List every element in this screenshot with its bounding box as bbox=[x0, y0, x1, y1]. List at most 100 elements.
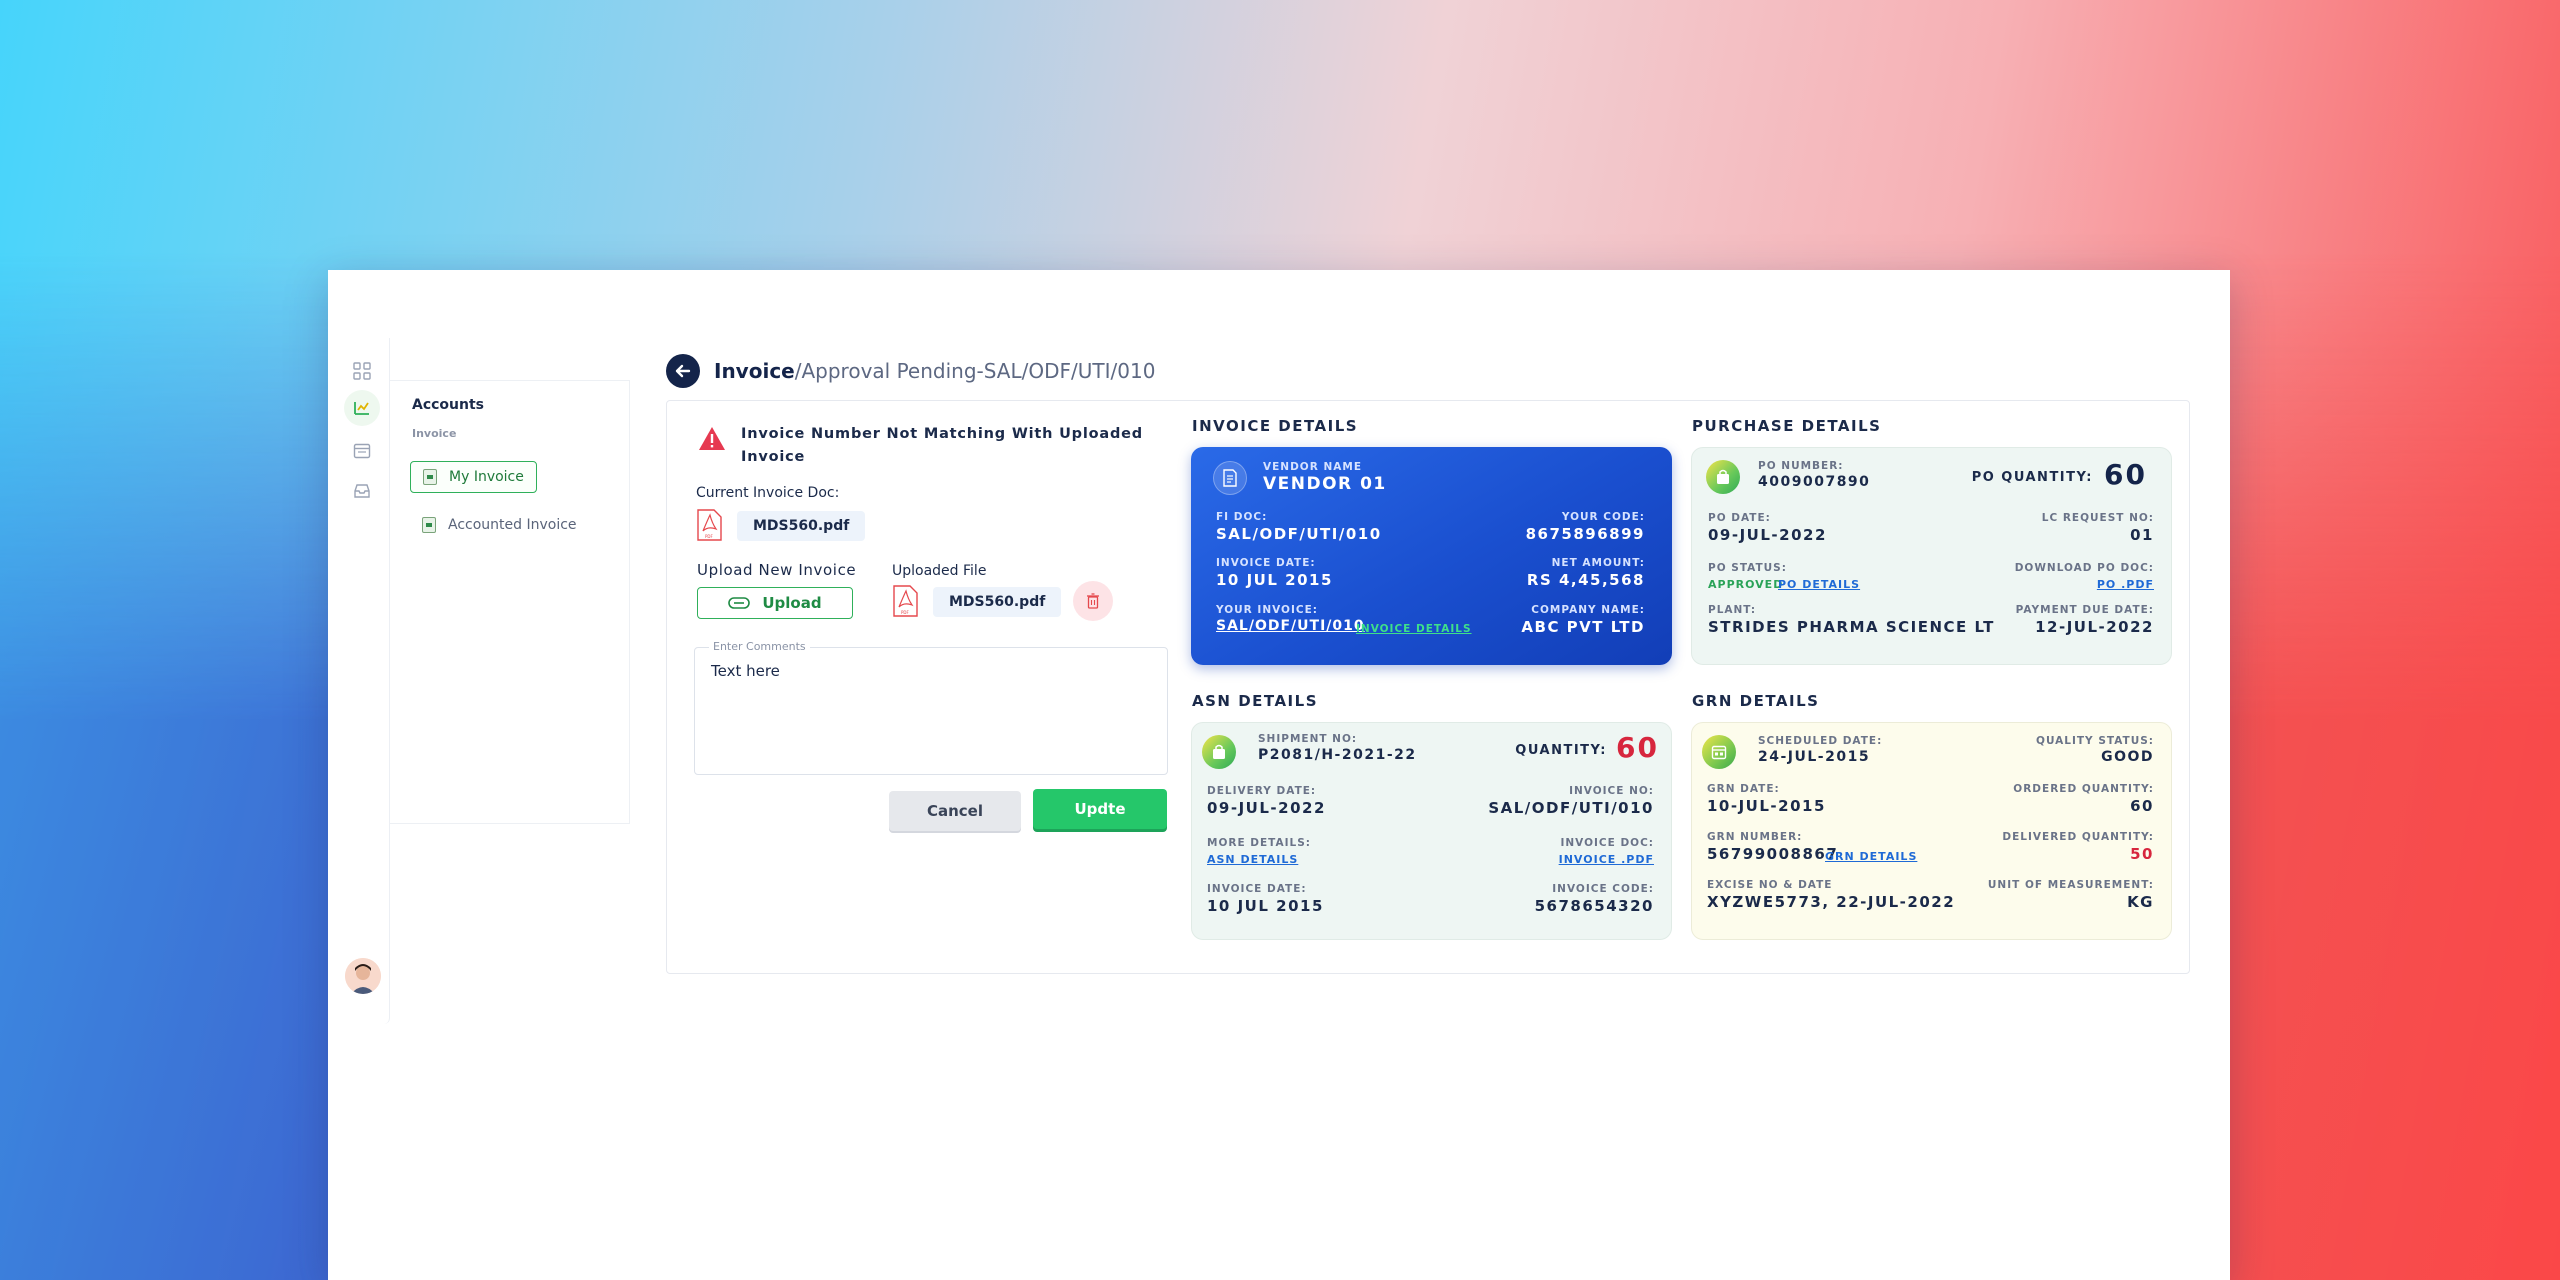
shopping-bag-icon bbox=[1706, 460, 1740, 494]
grn-details-link[interactable]: GRN DETAILS bbox=[1825, 850, 1917, 863]
svg-text:PDF: PDF bbox=[705, 534, 713, 539]
ordered-quantity-value: 60 bbox=[2130, 797, 2154, 815]
asn-quantity-label: QUANTITY: bbox=[1515, 743, 1607, 758]
trash-icon bbox=[1087, 593, 1099, 609]
po-quantity-value: 60 bbox=[2104, 458, 2147, 491]
invoice-details-link[interactable]: INVOICE DETAILS bbox=[1356, 623, 1472, 635]
grn-number-label: GRN NUMBER: bbox=[1707, 831, 1803, 843]
back-button[interactable] bbox=[666, 354, 700, 388]
comments-textarea[interactable]: Enter Comments Text here bbox=[694, 640, 1168, 775]
grn-number-value: 56799008867 bbox=[1707, 845, 1839, 863]
shipment-no-label: SHIPMENT NO: bbox=[1258, 733, 1358, 745]
paperclip-icon bbox=[728, 597, 751, 609]
delivered-quantity-value: 50 bbox=[2130, 845, 2154, 863]
asn-invoice-no-value: SAL/ODF/UTI/010 bbox=[1488, 799, 1654, 817]
invoice-code-label: INVOICE CODE: bbox=[1552, 883, 1654, 895]
your-invoice-value[interactable]: SAL/ODF/UTI/010 bbox=[1216, 618, 1365, 634]
invoice-doc-icon bbox=[423, 469, 437, 485]
mismatch-warning: Invoice Number Not Matching With Uploade… bbox=[697, 423, 1157, 469]
pdf-icon[interactable]: PDF bbox=[696, 509, 722, 541]
invoice-doc-icon bbox=[422, 517, 436, 533]
po-status-value: APPROVED bbox=[1708, 578, 1784, 591]
po-details-link[interactable]: PO DETAILS bbox=[1778, 578, 1860, 591]
scheduled-date-value: 24-JUL-2015 bbox=[1758, 749, 1871, 765]
icon-rail bbox=[334, 338, 390, 1024]
comments-legend: Enter Comments bbox=[709, 640, 810, 653]
invoice-date-value: 10 JUL 2015 bbox=[1216, 571, 1333, 589]
excise-value: XYZWE5773, 22-JUL-2022 bbox=[1707, 893, 1956, 911]
delete-file-button[interactable] bbox=[1073, 581, 1113, 621]
invoice-date-label: INVOICE DATE: bbox=[1216, 557, 1316, 569]
vendor-name: VENDOR 01 bbox=[1263, 474, 1387, 494]
lc-request-value: 01 bbox=[2130, 526, 2154, 544]
document-icon bbox=[1213, 461, 1247, 495]
grn-details-card: SCHEDULED DATE: 24-JUL-2015 QUALITY STAT… bbox=[1691, 722, 2172, 940]
shopping-bag-icon bbox=[1202, 735, 1236, 769]
net-amount-label: NET AMOUNT: bbox=[1551, 557, 1645, 569]
uploaded-file[interactable]: MDS560.pdf bbox=[933, 587, 1062, 617]
invoice-pdf-link[interactable]: INVOICE .PDF bbox=[1559, 853, 1654, 866]
scheduled-date-label: SCHEDULED DATE: bbox=[1758, 735, 1883, 747]
po-number-value: 4009007890 bbox=[1758, 474, 1871, 490]
invoice-details-card: VENDOR NAME VENDOR 01 FI DOC: SAL/ODF/UT… bbox=[1191, 447, 1672, 665]
breadcrumb-root[interactable]: Invoice bbox=[714, 359, 795, 383]
payment-due-label: PAYMENT DUE DATE: bbox=[2015, 604, 2154, 616]
comments-value: Text here bbox=[711, 662, 780, 680]
invoice-doc-label: INVOICE DOC: bbox=[1560, 837, 1654, 849]
breadcrumb-current: /Approval Pending-SAL/ODF/UTI/010 bbox=[794, 359, 1156, 383]
your-code-label: YOUR CODE: bbox=[1561, 511, 1645, 523]
delivery-date-value: 09-JUL-2022 bbox=[1207, 799, 1326, 817]
avatar[interactable] bbox=[345, 958, 381, 994]
download-po-link[interactable]: PO .PDF bbox=[2097, 578, 2154, 591]
sidebar-item-accounted-invoice[interactable]: Accounted Invoice bbox=[410, 509, 589, 541]
upload-new-label: Upload New Invoice bbox=[697, 561, 857, 579]
dashboard-icon[interactable] bbox=[349, 358, 375, 384]
upload-button[interactable]: Upload bbox=[697, 587, 853, 619]
pdf-icon[interactable]: PDF bbox=[892, 585, 918, 617]
upload-button-label: Upload bbox=[762, 594, 822, 612]
quality-status-label: QUALITY STATUS: bbox=[2036, 735, 2154, 747]
asn-details-title: ASN DETAILS bbox=[1192, 692, 1319, 710]
uploaded-file-label: Uploaded File bbox=[892, 563, 987, 579]
ordered-quantity-label: ORDERED QUANTITY: bbox=[2013, 783, 2154, 795]
vendor-name-label: VENDOR NAME bbox=[1263, 461, 1363, 473]
payment-due-value: 12-JUL-2022 bbox=[2035, 618, 2154, 636]
sidebar-item-my-invoice[interactable]: My Invoice bbox=[410, 461, 537, 493]
asn-invoice-date-label: INVOICE DATE: bbox=[1207, 883, 1307, 895]
inbox-icon[interactable] bbox=[349, 478, 375, 504]
asn-invoice-no-label: INVOICE NO: bbox=[1569, 785, 1654, 797]
grn-details-title: GRN DETAILS bbox=[1692, 692, 1820, 710]
po-date-value: 09-JUL-2022 bbox=[1708, 526, 1827, 544]
plant-label: PLANT: bbox=[1708, 604, 1757, 616]
subnav-section-label: Invoice bbox=[412, 427, 457, 440]
delivery-date-label: DELIVERY DATE: bbox=[1207, 785, 1317, 797]
cancel-button[interactable]: Cancel bbox=[889, 791, 1021, 831]
lc-request-label: LC REQUEST NO: bbox=[2041, 512, 2154, 524]
subnav-title: Accounts bbox=[412, 397, 485, 413]
warning-icon bbox=[699, 427, 725, 450]
accounts-icon[interactable] bbox=[344, 390, 380, 426]
update-button[interactable]: Updte bbox=[1033, 789, 1167, 829]
purchase-details-card: PO NUMBER: 4009007890 PO QUANTITY: 60 PO… bbox=[1691, 447, 2172, 665]
current-doc-label: Current Invoice Doc: bbox=[696, 485, 840, 501]
grn-date-value: 10-JUL-2015 bbox=[1707, 797, 1826, 815]
invoice-code-value: 5678654320 bbox=[1534, 897, 1654, 915]
purchase-details-title: PURCHASE DETAILS bbox=[1692, 417, 1882, 435]
company-name-label: COMPANY NAME: bbox=[1531, 604, 1645, 616]
sidebar-item-label: My Invoice bbox=[449, 469, 524, 485]
asn-invoice-date-value: 10 JUL 2015 bbox=[1207, 897, 1324, 915]
your-code-value: 8675896899 bbox=[1525, 525, 1645, 543]
sub-sidebar: Accounts Invoice My Invoice Accounted In… bbox=[390, 380, 630, 824]
arrow-left-icon bbox=[675, 364, 691, 378]
app-window: Accounts Invoice My Invoice Accounted In… bbox=[328, 270, 2230, 1280]
uom-value: KG bbox=[2127, 893, 2154, 911]
calendar-badge-icon bbox=[1702, 735, 1736, 769]
calendar-icon[interactable] bbox=[349, 438, 375, 464]
company-name-value: ABC PVT LTD bbox=[1521, 618, 1645, 636]
grn-date-label: GRN DATE: bbox=[1707, 783, 1780, 795]
po-date-label: PO DATE: bbox=[1708, 512, 1771, 524]
asn-details-link[interactable]: ASN DETAILS bbox=[1207, 853, 1298, 866]
quality-status-value: GOOD bbox=[2101, 749, 2154, 765]
current-doc-file[interactable]: MDS560.pdf bbox=[737, 511, 866, 541]
fi-doc-value: SAL/ODF/UTI/010 bbox=[1216, 525, 1382, 543]
